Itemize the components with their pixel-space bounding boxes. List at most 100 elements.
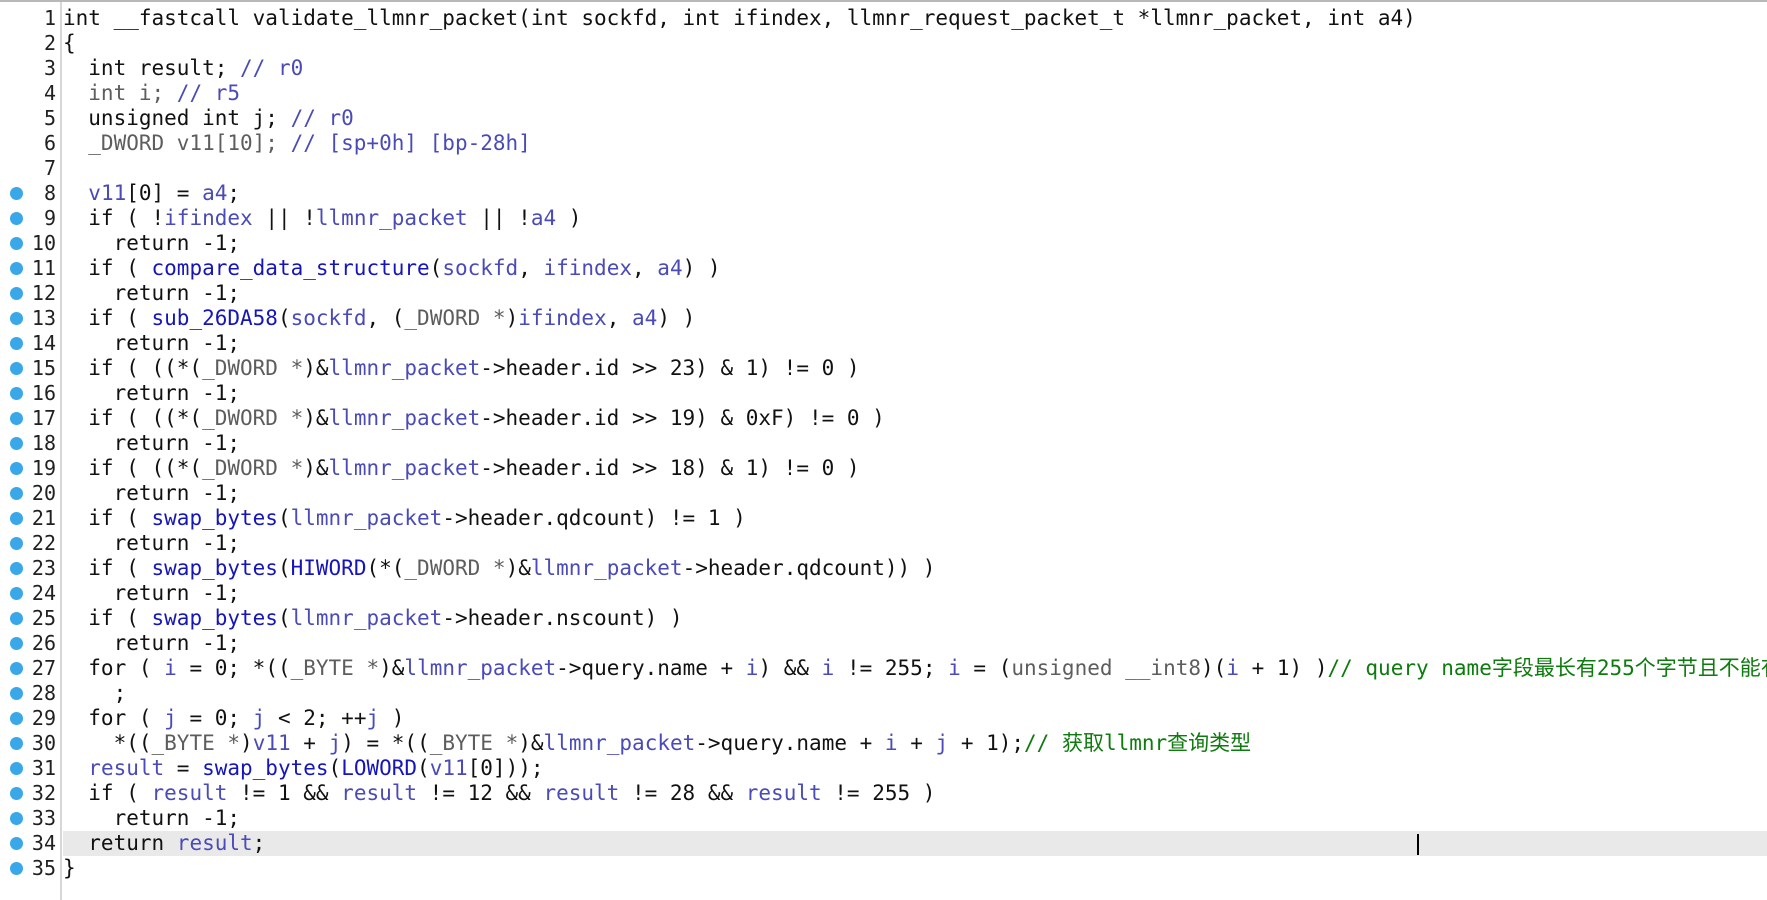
breakpoint-dot-icon[interactable]	[10, 787, 23, 800]
code-text[interactable]: for ( i = 0; *((_BYTE *)&llmnr_packet->q…	[63, 656, 1767, 681]
code-text[interactable]: return -1;	[63, 806, 1767, 831]
code-text[interactable]: return result;	[63, 831, 1767, 856]
code-text[interactable]: int __fastcall validate_llmnr_packet(int…	[63, 6, 1767, 31]
code-text[interactable]: if ( sub_26DA58(sockfd, (_DWORD *)ifinde…	[63, 306, 1767, 331]
breakpoint-dot-icon[interactable]	[10, 212, 23, 225]
breakpoint-dot-icon[interactable]	[10, 412, 23, 425]
breakpoint-dot-icon[interactable]	[10, 462, 23, 475]
breakpoint-dot-icon[interactable]	[10, 387, 23, 400]
code-line[interactable]: 14 return -1;	[0, 331, 1767, 356]
code-text[interactable]: }	[63, 856, 1767, 881]
code-text[interactable]: int result; // r0	[63, 56, 1767, 81]
breakpoint-dot-icon[interactable]	[10, 487, 23, 500]
code-text[interactable]: if ( ((*(_DWORD *)&llmnr_packet->header.…	[63, 406, 1767, 431]
code-text[interactable]: if ( ((*(_DWORD *)&llmnr_packet->header.…	[63, 356, 1767, 381]
code-line[interactable]: 9 if ( !ifindex || !llmnr_packet || !a4 …	[0, 206, 1767, 231]
code-line[interactable]: 7	[0, 156, 1767, 181]
breakpoint-dot-icon[interactable]	[10, 587, 23, 600]
code-text[interactable]: if ( compare_data_structure(sockfd, ifin…	[63, 256, 1767, 281]
code-line[interactable]: 13 if ( sub_26DA58(sockfd, (_DWORD *)ifi…	[0, 306, 1767, 331]
code-line[interactable]: 29 for ( j = 0; j < 2; ++j )	[0, 706, 1767, 731]
code-line[interactable]: 5 unsigned int j; // r0	[0, 106, 1767, 131]
code-line[interactable]: 27 for ( i = 0; *((_BYTE *)&llmnr_packet…	[0, 656, 1767, 681]
code-text[interactable]: int i; // r5	[63, 81, 1767, 106]
breakpoint-dot-icon[interactable]	[10, 262, 23, 275]
code-text[interactable]: result = swap_bytes(LOWORD(v11[0]));	[63, 756, 1767, 781]
code-text[interactable]: return -1;	[63, 331, 1767, 356]
code-text[interactable]: return -1;	[63, 381, 1767, 406]
code-line[interactable]: 24 return -1;	[0, 581, 1767, 606]
code-line[interactable]: 18 return -1;	[0, 431, 1767, 456]
breakpoint-dot-icon[interactable]	[10, 812, 23, 825]
code-text[interactable]	[63, 156, 1767, 181]
code-line[interactable]: 26 return -1;	[0, 631, 1767, 656]
code-text[interactable]: if ( swap_bytes(llmnr_packet->header.nsc…	[63, 606, 1767, 631]
code-text[interactable]: if ( swap_bytes(HIWORD(*(_DWORD *)&llmnr…	[63, 556, 1767, 581]
code-text[interactable]: for ( j = 0; j < 2; ++j )	[63, 706, 1767, 731]
code-text[interactable]: unsigned int j; // r0	[63, 106, 1767, 131]
code-lines[interactable]: 1 int __fastcall validate_llmnr_packet(in…	[0, 6, 1767, 881]
code-text[interactable]: return -1;	[63, 281, 1767, 306]
code-line[interactable]: 6 _DWORD v11[10]; // [sp+0h] [bp-28h]	[0, 131, 1767, 156]
breakpoint-dot-icon[interactable]	[10, 287, 23, 300]
breakpoint-dot-icon[interactable]	[10, 562, 23, 575]
code-line[interactable]: 33 return -1;	[0, 806, 1767, 831]
code-line[interactable]: 34 return result;	[0, 831, 1767, 856]
breakpoint-dot-icon[interactable]	[10, 362, 23, 375]
breakpoint-dot-icon[interactable]	[10, 312, 23, 325]
code-line[interactable]: 35}	[0, 856, 1767, 881]
code-text[interactable]: if ( !ifindex || !llmnr_packet || !a4 )	[63, 206, 1767, 231]
code-line[interactable]: 22 return -1;	[0, 531, 1767, 556]
code-line[interactable]: 32 if ( result != 1 && result != 12 && r…	[0, 781, 1767, 806]
code-line[interactable]: 15 if ( ((*(_DWORD *)&llmnr_packet->head…	[0, 356, 1767, 381]
code-line[interactable]: 17 if ( ((*(_DWORD *)&llmnr_packet->head…	[0, 406, 1767, 431]
code-line[interactable]: 4 int i; // r5	[0, 81, 1767, 106]
code-line[interactable]: 8 v11[0] = a4;	[0, 181, 1767, 206]
code-text[interactable]: return -1;	[63, 481, 1767, 506]
breakpoint-dot-icon[interactable]	[10, 862, 23, 875]
code-text[interactable]: *((_BYTE *)v11 + j) = *((_BYTE *)&llmnr_…	[63, 731, 1767, 756]
code-text[interactable]: return -1;	[63, 231, 1767, 256]
code-text[interactable]: ;	[63, 681, 1767, 706]
breakpoint-dot-icon[interactable]	[10, 762, 23, 775]
code-line[interactable]: 31 result = swap_bytes(LOWORD(v11[0]));	[0, 756, 1767, 781]
code-text[interactable]: return -1;	[63, 431, 1767, 456]
code-text[interactable]: {	[63, 31, 1767, 56]
code-line[interactable]: 10 return -1;	[0, 231, 1767, 256]
code-line[interactable]: 16 return -1;	[0, 381, 1767, 406]
code-line[interactable]: 30 *((_BYTE *)v11 + j) = *((_BYTE *)&llm…	[0, 731, 1767, 756]
code-line[interactable]: 3 int result; // r0	[0, 56, 1767, 81]
code-line[interactable]: 11 if ( compare_data_structure(sockfd, i…	[0, 256, 1767, 281]
code-line[interactable]: 20 return -1;	[0, 481, 1767, 506]
pseudocode-editor[interactable]: 1 int __fastcall validate_llmnr_packet(in…	[0, 0, 1767, 900]
code-line[interactable]: 1 int __fastcall validate_llmnr_packet(in…	[0, 6, 1767, 31]
code-text[interactable]: return -1;	[63, 531, 1767, 556]
code-line[interactable]: 2{	[0, 31, 1767, 56]
code-line[interactable]: 19 if ( ((*(_DWORD *)&llmnr_packet->head…	[0, 456, 1767, 481]
breakpoint-dot-icon[interactable]	[10, 737, 23, 750]
breakpoint-dot-icon[interactable]	[10, 512, 23, 525]
code-line[interactable]: 28 ;	[0, 681, 1767, 706]
breakpoint-dot-icon[interactable]	[10, 662, 23, 675]
code-line[interactable]: 21 if ( swap_bytes(llmnr_packet->header.…	[0, 506, 1767, 531]
breakpoint-dot-icon[interactable]	[10, 712, 23, 725]
code-line[interactable]: 23 if ( swap_bytes(HIWORD(*(_DWORD *)&ll…	[0, 556, 1767, 581]
code-line[interactable]: 12 return -1;	[0, 281, 1767, 306]
code-line[interactable]: 25 if ( swap_bytes(llmnr_packet->header.…	[0, 606, 1767, 631]
breakpoint-dot-icon[interactable]	[10, 337, 23, 350]
code-text[interactable]: if ( ((*(_DWORD *)&llmnr_packet->header.…	[63, 456, 1767, 481]
breakpoint-dot-icon[interactable]	[10, 687, 23, 700]
breakpoint-dot-icon[interactable]	[10, 437, 23, 450]
code-text[interactable]: return -1;	[63, 631, 1767, 656]
breakpoint-dot-icon[interactable]	[10, 612, 23, 625]
breakpoint-dot-icon[interactable]	[10, 537, 23, 550]
code-text[interactable]: v11[0] = a4;	[63, 181, 1767, 206]
code-text[interactable]: if ( result != 1 && result != 12 && resu…	[63, 781, 1767, 806]
breakpoint-dot-icon[interactable]	[10, 837, 23, 850]
code-text[interactable]: return -1;	[63, 581, 1767, 606]
code-text[interactable]: if ( swap_bytes(llmnr_packet->header.qdc…	[63, 506, 1767, 531]
breakpoint-dot-icon[interactable]	[10, 237, 23, 250]
code-text[interactable]: _DWORD v11[10]; // [sp+0h] [bp-28h]	[63, 131, 1767, 156]
breakpoint-dot-icon[interactable]	[10, 187, 23, 200]
breakpoint-dot-icon[interactable]	[10, 637, 23, 650]
